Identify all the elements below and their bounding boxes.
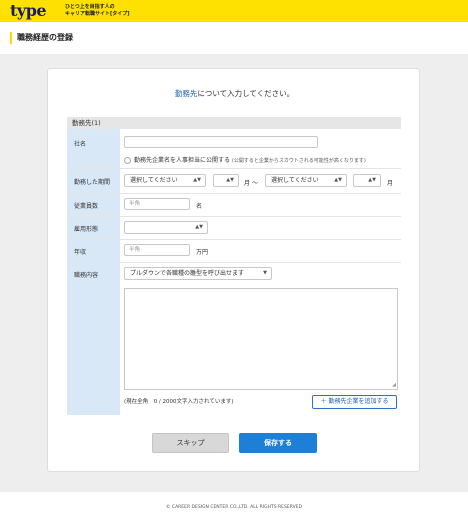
copyright-text: © CAREER DESIGN CENTER CO.,LTD. ALL RIGH… xyxy=(166,505,302,510)
row-divider xyxy=(67,262,401,263)
month-suffix: 月 xyxy=(244,180,251,187)
end-month-suffix: 月 xyxy=(387,180,394,187)
period-label: 勤務した期間 xyxy=(74,179,111,186)
site-logo[interactable]: type xyxy=(10,2,47,19)
chevron-down-icon: ▲▼ xyxy=(226,177,234,183)
duties-template-select[interactable]: プルダウンで各職種の雛型を呼び出せます ▼ xyxy=(124,267,272,280)
title-accent-bar xyxy=(10,32,12,44)
duties-template-value: プルダウンで各職種の雛型を呼び出せます xyxy=(130,270,245,277)
publish-company-checkbox[interactable] xyxy=(124,157,131,164)
employment-type-select[interactable]: ▲▼ xyxy=(124,221,208,234)
duties-label: 職務内容 xyxy=(74,272,99,279)
salary-label: 年収 xyxy=(74,249,87,256)
page-header: 職務経歴の登録 xyxy=(0,22,468,54)
row-divider xyxy=(67,168,401,169)
form-card: 勤務先について入力してください。 勤務先(1) 社名 勤務した期間 従業員数 雇… xyxy=(47,68,420,472)
chevron-down-icon: ▲▼ xyxy=(195,224,203,230)
end-year-value: 選択してください xyxy=(271,177,319,184)
section-heading: 勤務先(1) xyxy=(67,117,401,129)
salary-input[interactable]: 半角 xyxy=(124,244,190,256)
company-label: 社名 xyxy=(74,141,87,148)
employees-input[interactable]: 半角 xyxy=(124,198,190,210)
publish-company-option[interactable]: 勤務先企業名を人事担当に公開する (公開すると企業からスカウトされる可能性が高く… xyxy=(124,155,366,164)
top-bar: type ひとつ上を目指す人の キャリア転職サイト[タイプ] xyxy=(0,0,468,22)
intro-text: 勤務先について入力してください。 xyxy=(48,88,421,99)
row-divider xyxy=(67,216,401,217)
chevron-down-icon: ▲▼ xyxy=(368,177,376,183)
start-month-suffix: 月 〜 xyxy=(244,178,258,187)
skip-button[interactable]: スキップ xyxy=(152,433,229,453)
intro-link: 勤務先 xyxy=(174,89,198,98)
duties-textarea[interactable]: ◢ xyxy=(124,288,398,390)
start-year-select[interactable]: 選択してください ▲▼ xyxy=(124,174,206,187)
row-divider xyxy=(67,193,401,194)
page-title: 職務経歴の登録 xyxy=(17,33,73,42)
salary-suffix: 万円 xyxy=(196,249,209,256)
resize-handle-icon[interactable]: ◢ xyxy=(392,382,396,388)
intro-rest: について入力してください。 xyxy=(197,89,295,98)
end-month-select[interactable]: ▲▼ xyxy=(353,174,381,187)
start-year-value: 選択してください xyxy=(130,177,178,184)
tagline-line2: キャリア転職サイト[タイプ] xyxy=(65,10,130,17)
employees-suffix: 名 xyxy=(196,203,203,210)
character-counter: (現在全角 0 / 2000文字入力されています) xyxy=(124,399,234,405)
period-separator: 〜 xyxy=(251,180,258,187)
start-month-select[interactable]: ▲▼ xyxy=(213,174,239,187)
employment-type-label: 雇用形態 xyxy=(74,226,99,233)
site-tagline: ひとつ上を目指す人の キャリア転職サイト[タイプ] xyxy=(65,4,130,17)
add-company-button[interactable]: ＋ 勤務先企業を追加する xyxy=(312,395,397,409)
row-divider xyxy=(67,239,401,240)
company-name-input[interactable] xyxy=(124,136,318,148)
chevron-down-icon: ▲▼ xyxy=(334,177,342,183)
employees-label: 従業員数 xyxy=(74,203,99,210)
save-button[interactable]: 保存する xyxy=(239,433,317,453)
publish-company-label: 勤務先企業名を人事担当に公開する xyxy=(134,157,231,164)
chevron-down-icon: ▲▼ xyxy=(193,177,201,183)
end-year-select[interactable]: 選択してください ▲▼ xyxy=(265,174,347,187)
publish-company-note: (公開すると企業からスカウトされる可能性が高くなります) xyxy=(231,158,366,164)
caret-down-icon: ▼ xyxy=(263,270,267,276)
